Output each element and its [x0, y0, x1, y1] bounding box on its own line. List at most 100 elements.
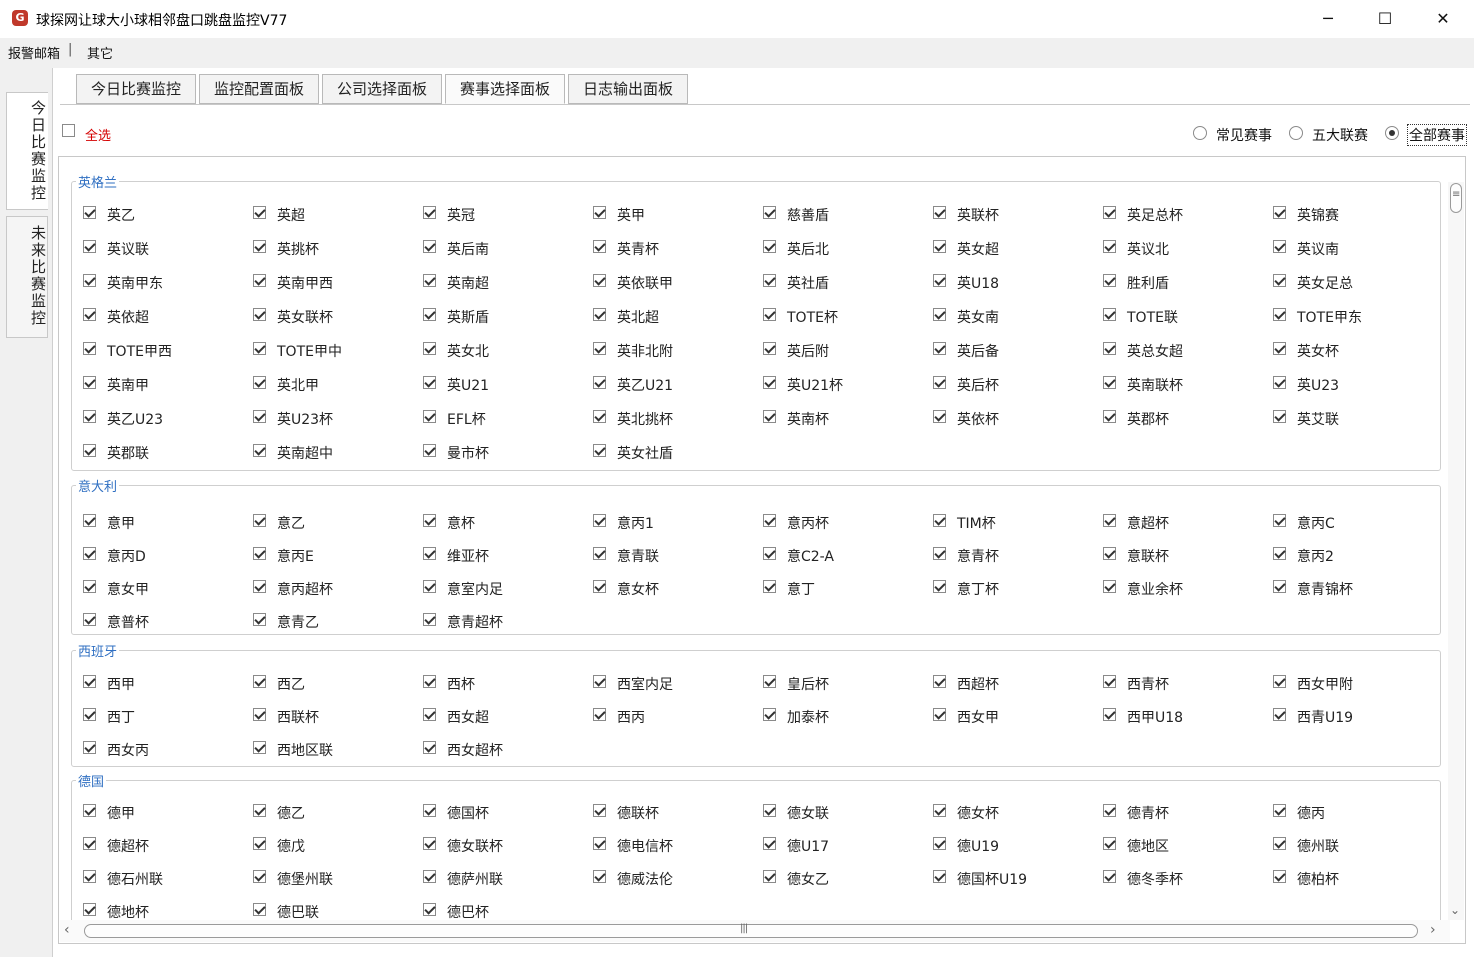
league-checkbox[interactable]: [1273, 804, 1286, 817]
league-item[interactable]: 英南甲东: [83, 273, 253, 292]
league-checkbox[interactable]: [1273, 708, 1286, 721]
league-label[interactable]: 意青超杯: [447, 612, 503, 632]
league-label[interactable]: 西甲: [107, 674, 135, 694]
league-checkbox[interactable]: [763, 308, 776, 321]
league-label[interactable]: 意青杯: [957, 546, 999, 566]
league-item[interactable]: 意甲: [83, 513, 253, 532]
league-item[interactable]: 英南超中: [253, 443, 423, 462]
league-item[interactable]: 意丙杯: [763, 513, 933, 532]
league-checkbox[interactable]: [1103, 240, 1116, 253]
league-checkbox[interactable]: [83, 903, 96, 916]
league-checkbox[interactable]: [253, 675, 266, 688]
league-checkbox[interactable]: [1273, 410, 1286, 423]
league-item[interactable]: 德地区: [1103, 836, 1273, 855]
league-label[interactable]: 皇后杯: [787, 674, 829, 694]
league-label[interactable]: EFL杯: [447, 409, 486, 429]
league-checkbox[interactable]: [423, 410, 436, 423]
league-checkbox[interactable]: [1103, 547, 1116, 560]
league-label[interactable]: 德巴杯: [447, 902, 489, 922]
league-checkbox[interactable]: [593, 708, 606, 721]
league-checkbox[interactable]: [83, 514, 96, 527]
league-checkbox[interactable]: [763, 804, 776, 817]
league-label[interactable]: 英非北附: [617, 341, 673, 361]
league-item[interactable]: 英女联杯: [253, 307, 423, 326]
league-checkbox[interactable]: [933, 410, 946, 423]
league-label[interactable]: 西女甲附: [1297, 674, 1353, 694]
league-item[interactable]: 英斯盾: [423, 307, 593, 326]
league-checkbox[interactable]: [933, 580, 946, 593]
league-label[interactable]: 德甲: [107, 803, 135, 823]
league-checkbox[interactable]: [253, 741, 266, 754]
league-item[interactable]: 意联杯: [1103, 546, 1273, 565]
league-checkbox[interactable]: [763, 708, 776, 721]
league-label[interactable]: 英锦赛: [1297, 205, 1339, 225]
filter-all-radio[interactable]: [1385, 126, 1399, 140]
league-item[interactable]: 英乙U23: [83, 409, 253, 428]
league-checkbox[interactable]: [593, 580, 606, 593]
league-checkbox[interactable]: [933, 547, 946, 560]
league-label[interactable]: 英U21: [447, 375, 489, 395]
league-checkbox[interactable]: [933, 206, 946, 219]
league-checkbox[interactable]: [83, 708, 96, 721]
league-item[interactable]: 英女社盾: [593, 443, 763, 462]
side-tab-today-monitor[interactable]: 今日比赛监控: [6, 92, 48, 210]
league-label[interactable]: 英郡联: [107, 443, 149, 463]
league-label[interactable]: 英北超: [617, 307, 659, 327]
league-label[interactable]: 英女南: [957, 307, 999, 327]
league-label[interactable]: TOTE杯: [787, 307, 838, 327]
league-label[interactable]: 英南联杯: [1127, 375, 1183, 395]
league-label[interactable]: 德女乙: [787, 869, 829, 889]
league-label[interactable]: 意杯: [447, 513, 475, 533]
league-checkbox[interactable]: [83, 206, 96, 219]
league-label[interactable]: 西超杯: [957, 674, 999, 694]
league-item[interactable]: 西联杯: [253, 707, 423, 726]
league-item[interactable]: 英U21杯: [763, 375, 933, 394]
side-tab-future-monitor[interactable]: 未来比赛监控: [6, 216, 48, 338]
league-checkbox[interactable]: [83, 376, 96, 389]
league-label[interactable]: 英郡杯: [1127, 409, 1169, 429]
league-item[interactable]: 英青杯: [593, 239, 763, 258]
league-item[interactable]: 西杯: [423, 674, 593, 693]
select-all-label[interactable]: 全选: [85, 125, 111, 144]
league-checkbox[interactable]: [1273, 675, 1286, 688]
league-item[interactable]: 英女杯: [1273, 341, 1443, 361]
league-item[interactable]: TOTE联: [1103, 307, 1273, 326]
league-item[interactable]: 意普杯: [83, 612, 253, 631]
league-item[interactable]: 德超杯: [83, 836, 253, 855]
league-checkbox[interactable]: [1103, 308, 1116, 321]
league-label[interactable]: 英后杯: [957, 375, 999, 395]
league-label[interactable]: 英女杯: [1297, 341, 1339, 361]
league-item[interactable]: 英超: [253, 205, 423, 224]
league-item[interactable]: 英锦赛: [1273, 205, 1443, 225]
league-checkbox[interactable]: [593, 804, 606, 817]
league-item[interactable]: 英女超: [933, 239, 1103, 258]
league-item[interactable]: 英U18: [933, 273, 1103, 292]
league-item[interactable]: 西甲: [83, 674, 253, 694]
league-item[interactable]: 德女杯: [933, 803, 1103, 822]
league-checkbox[interactable]: [423, 274, 436, 287]
league-checkbox[interactable]: [423, 837, 436, 850]
league-label[interactable]: 英总女超: [1127, 341, 1183, 361]
league-item[interactable]: 西超杯: [933, 674, 1103, 694]
league-label[interactable]: 意丁: [787, 579, 815, 599]
league-item[interactable]: 英议联: [83, 239, 253, 258]
league-item[interactable]: 德柏杯: [1273, 869, 1443, 888]
league-label[interactable]: 英南超: [447, 273, 489, 293]
filter-common-label[interactable]: 常见赛事: [1216, 125, 1272, 145]
league-checkbox[interactable]: [933, 342, 946, 355]
league-label[interactable]: 意女杯: [617, 579, 659, 599]
league-checkbox[interactable]: [83, 308, 96, 321]
league-item[interactable]: 英冠: [423, 205, 593, 224]
league-checkbox[interactable]: [253, 580, 266, 593]
league-item[interactable]: 德丙: [1273, 803, 1443, 822]
filter-common-radio[interactable]: [1193, 126, 1207, 140]
league-checkbox[interactable]: [1103, 837, 1116, 850]
league-checkbox[interactable]: [593, 444, 606, 457]
league-label[interactable]: 德堡州联: [277, 869, 333, 889]
league-checkbox[interactable]: [593, 410, 606, 423]
filter-top5-label[interactable]: 五大联赛: [1312, 125, 1368, 145]
league-label[interactable]: 加泰杯: [787, 707, 829, 727]
league-item[interactable]: 意丙D: [83, 546, 253, 565]
league-item[interactable]: 德U19: [933, 836, 1103, 855]
league-item[interactable]: TIM杯: [933, 513, 1103, 532]
